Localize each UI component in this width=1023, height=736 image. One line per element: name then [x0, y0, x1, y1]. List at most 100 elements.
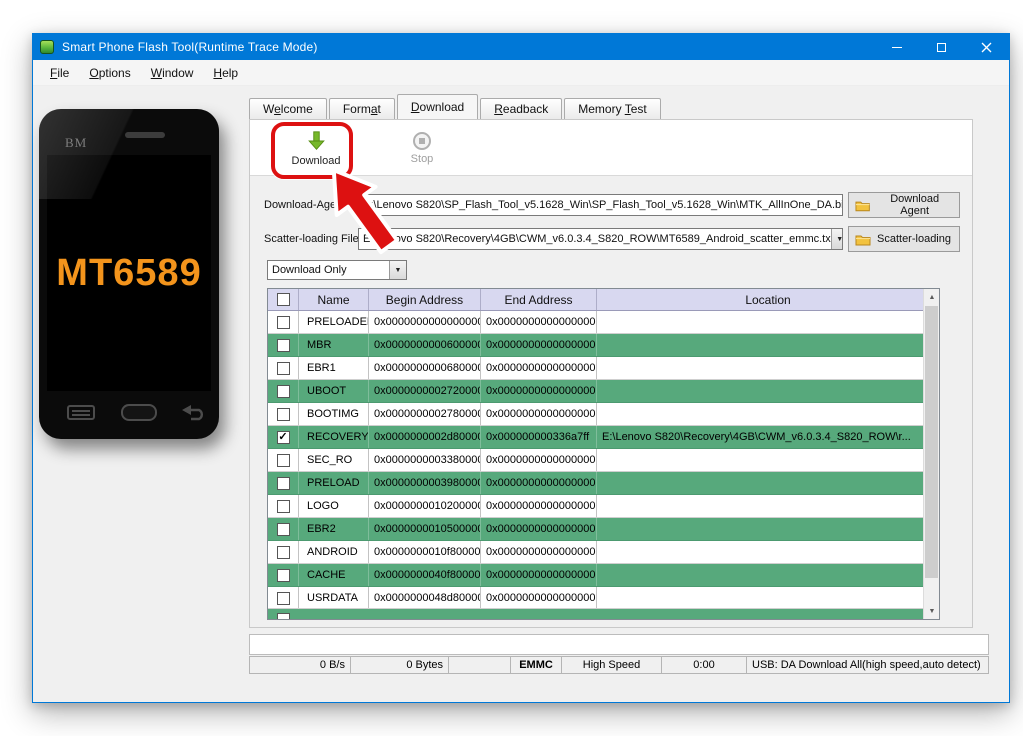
- checkbox-cell: [268, 403, 299, 425]
- cell-name: EBR1: [299, 357, 369, 379]
- column-header-name[interactable]: Name: [299, 289, 369, 310]
- checkbox-cell: ✓: [268, 426, 299, 448]
- scrollbar-thumb[interactable]: [925, 306, 938, 578]
- status-speed-mode: High Speed: [562, 657, 662, 673]
- table-row-cache[interactable]: CACHE 0x0000000040f80000 0x000000000000000…: [268, 564, 939, 587]
- table-scrollbar[interactable]: ▲ ▼: [923, 289, 939, 619]
- download-agent-browse-button[interactable]: Download Agent: [848, 192, 960, 218]
- tab-readback[interactable]: Readback: [480, 98, 563, 119]
- row-checkbox[interactable]: [276, 499, 290, 513]
- column-header-end-address[interactable]: End Address: [481, 289, 597, 310]
- cell-location: [597, 380, 939, 402]
- row-checkbox[interactable]: [276, 522, 290, 536]
- table-row-bootimg[interactable]: BOOTIMG 0x0000000002780000 0x0000000000000…: [268, 403, 939, 426]
- row-checkbox[interactable]: [276, 384, 290, 398]
- tab-bar: Welcome Format Download Readback Memory Test: [249, 94, 663, 119]
- row-checkbox[interactable]: [276, 568, 290, 582]
- menu-help[interactable]: Help: [203, 62, 248, 84]
- folder-icon: [855, 201, 870, 211]
- table-row-logo[interactable]: LOGO 0x0000000010200000 0x0000000000000000: [268, 495, 939, 518]
- table-row-android[interactable]: ANDROID 0x0000000010f80000 0x0000000000000…: [268, 541, 939, 564]
- cell-begin: 0x0000000000000000: [369, 311, 481, 333]
- scroll-down-icon[interactable]: ▼: [924, 603, 940, 619]
- cell-location: [597, 495, 939, 517]
- table-row-sec_ro[interactable]: SEC_RO 0x0000000003380000 0x00000000000000…: [268, 449, 939, 472]
- close-button[interactable]: [964, 34, 1009, 60]
- cell-name: ANDROID: [299, 541, 369, 563]
- cell-location: [597, 334, 939, 356]
- column-header-location[interactable]: Location: [597, 289, 939, 310]
- maximize-button[interactable]: [919, 34, 964, 60]
- chipset-label: MT6589: [56, 251, 202, 294]
- cell-end: 0x0000000000000000: [481, 380, 597, 402]
- table-row-preload[interactable]: PRELOAD 0x0000000003980000 0x0000000000000…: [268, 472, 939, 495]
- row-checkbox[interactable]: [276, 407, 290, 421]
- cell-begin: 0x0000000048d80000: [369, 587, 481, 609]
- table-row-usrdata[interactable]: USRDATA 0x0000000048d80000 0x0000000000000…: [268, 587, 939, 610]
- chevron-down-icon[interactable]: ▼: [389, 261, 406, 279]
- row-checkbox[interactable]: [276, 361, 290, 375]
- scatter-file-combo[interactable]: E:\Lenovo S820\Recovery\4GB\CWM_v6.0.3.4…: [358, 228, 843, 250]
- menubar: File Options Window Help: [33, 60, 1009, 86]
- phone-home-icon: [121, 404, 157, 421]
- table-row-ebr2[interactable]: EBR2 0x0000000010500000 0x0000000000000000: [268, 518, 939, 541]
- cell-end: 0x0000000000000000: [481, 334, 597, 356]
- cell-end: 0x0000000000000000: [481, 564, 597, 586]
- cell-end: 0x0000000000000000: [481, 449, 597, 471]
- row-checkbox[interactable]: [277, 613, 290, 619]
- menu-window[interactable]: Window: [141, 62, 204, 84]
- cell-name: LOGO: [299, 495, 369, 517]
- menu-file[interactable]: File: [40, 62, 79, 84]
- progress-bar: [249, 634, 989, 655]
- cell-begin: 0x0000000000600000: [369, 334, 481, 356]
- table-row-ebr1[interactable]: EBR1 0x0000000000680000 0x0000000000000000: [268, 357, 939, 380]
- scatter-browse-button[interactable]: Scatter-loading: [848, 226, 960, 252]
- row-checkbox[interactable]: [276, 315, 290, 329]
- table-body: PRELOADER 0x0000000000000000 0x00000000000…: [268, 311, 939, 610]
- menu-options[interactable]: Options: [79, 62, 140, 84]
- tab-format[interactable]: Format: [328, 98, 395, 119]
- download-agent-input[interactable]: E:\Lenovo S820\SP_Flash_Tool_v5.1628_Win…: [358, 194, 843, 216]
- cell-begin: 0x0000000010f80000: [369, 541, 481, 563]
- cell-begin: 0x0000000040f80000: [369, 564, 481, 586]
- table-row-preloader[interactable]: PRELOADER 0x0000000000000000 0x00000000000…: [268, 311, 939, 334]
- checkbox-cell: [268, 449, 299, 471]
- row-checkbox[interactable]: [276, 545, 290, 559]
- cell-name: PRELOADER: [299, 311, 369, 333]
- column-header-begin-address[interactable]: Begin Address: [369, 289, 481, 310]
- cell-location: [597, 357, 939, 379]
- download-mode-select[interactable]: Download Only ▼: [267, 260, 407, 280]
- cell-end: 0x0000000000000000: [481, 403, 597, 425]
- status-spare: [449, 657, 511, 673]
- status-elapsed-time: 0:00: [662, 657, 747, 673]
- chevron-down-icon[interactable]: ▼: [830, 229, 842, 249]
- row-checkbox[interactable]: [276, 338, 290, 352]
- status-speed: 0 B/s: [250, 657, 351, 673]
- cell-end: 0x0000000000000000: [481, 587, 597, 609]
- minimize-button[interactable]: [874, 34, 919, 60]
- download-agent-value: E:\Lenovo S820\SP_Flash_Tool_v5.1628_Win…: [363, 199, 843, 211]
- row-checkbox[interactable]: [276, 453, 290, 467]
- table-row-uboot[interactable]: UBOOT 0x0000000002720000 0x000000000000000…: [268, 380, 939, 403]
- cell-name: BOOTIMG: [299, 403, 369, 425]
- row-checkbox[interactable]: [276, 476, 290, 490]
- row-checkbox[interactable]: [276, 591, 290, 605]
- window-title: Smart Phone Flash Tool(Runtime Trace Mod…: [62, 40, 318, 54]
- maximize-icon: [937, 42, 946, 52]
- table-row-recovery[interactable]: ✓ RECOVERY 0x0000000002d80000 0x00000000033…: [268, 426, 939, 449]
- scroll-up-icon[interactable]: ▲: [924, 289, 940, 305]
- stop-button[interactable]: Stop: [390, 125, 454, 172]
- row-checkbox[interactable]: ✓: [276, 430, 290, 444]
- tab-welcome[interactable]: Welcome: [249, 98, 327, 119]
- scatter-browse-label: Scatter-loading: [877, 233, 951, 245]
- close-icon: [981, 42, 992, 52]
- tab-memory-test[interactable]: Memory Test: [564, 98, 661, 119]
- cell-location: [597, 449, 939, 471]
- status-storage-type: EMMC: [511, 657, 562, 673]
- select-all-checkbox[interactable]: [276, 293, 290, 306]
- tab-download[interactable]: Download: [396, 94, 479, 119]
- table-row-mbr[interactable]: MBR 0x0000000000600000 0x0000000000000000: [268, 334, 939, 357]
- stop-icon: [413, 132, 431, 150]
- titlebar: Smart Phone Flash Tool(Runtime Trace Mod…: [33, 34, 1009, 60]
- cell-name: EBR2: [299, 518, 369, 540]
